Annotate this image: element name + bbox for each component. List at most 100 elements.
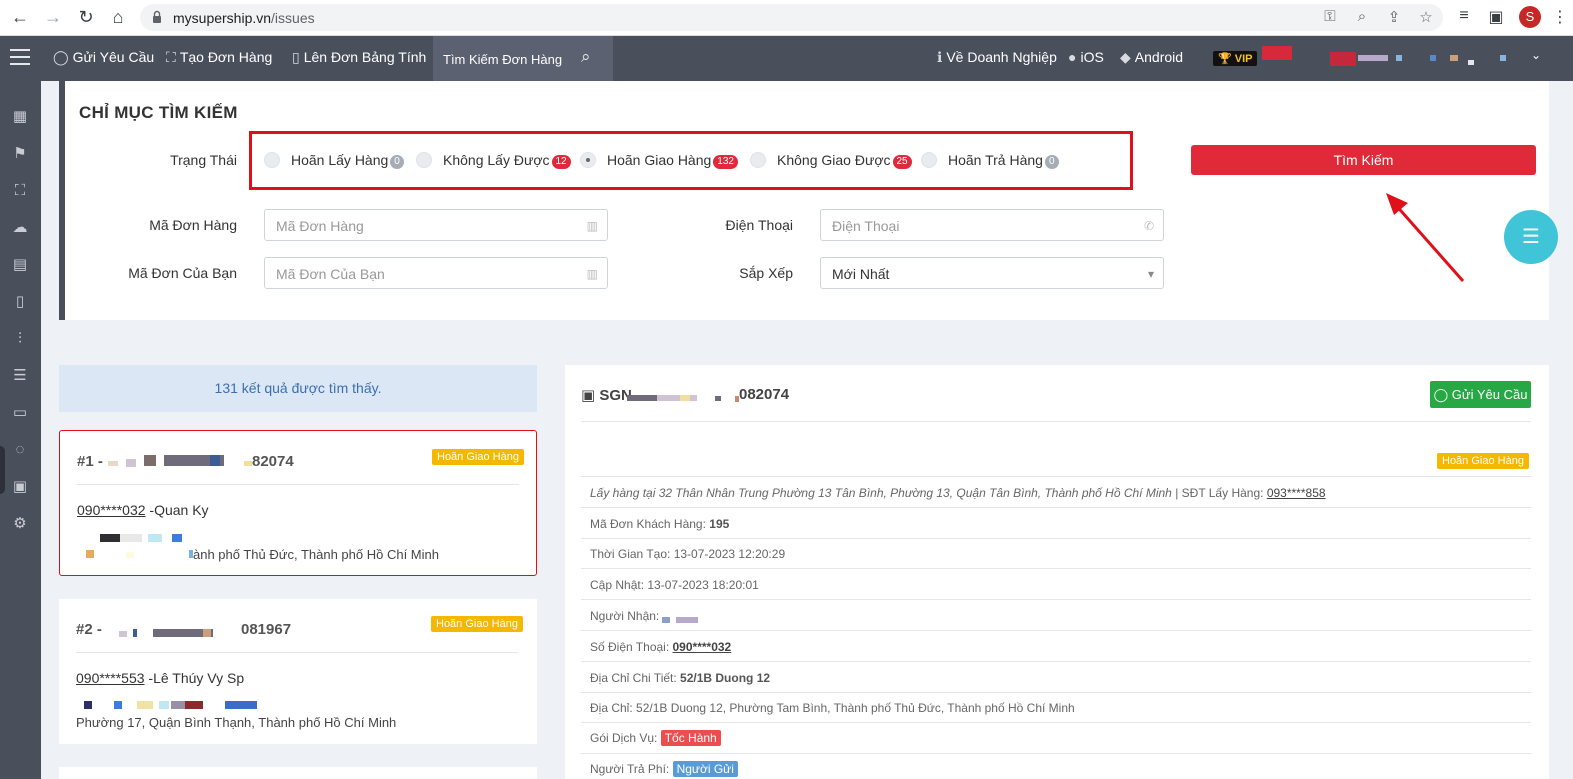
nav-about-business[interactable]: ℹ Về Doanh Nghiệp — [937, 49, 1057, 66]
radio-status-pickup-delayed[interactable] — [264, 152, 280, 168]
floating-menu-button[interactable]: ☰ — [1504, 210, 1558, 264]
divider — [581, 421, 1531, 422]
radio-status-return-delayed[interactable] — [921, 152, 937, 168]
receiver-phone[interactable]: 090****032 — [673, 640, 732, 654]
status-label: Trạng Thái — [170, 152, 237, 168]
result-card[interactable]: #2 - 081967 Hoãn Giao Hàng 090****553 -L… — [59, 599, 537, 744]
profile-avatar[interactable]: S — [1519, 6, 1541, 28]
send-request-button[interactable]: ◯ Gửi Yêu Cầu — [1430, 381, 1531, 408]
nav-android[interactable]: ◆ Android — [1120, 49, 1183, 66]
your-code-input[interactable]: Mã Đơn Của Bạn ▥ — [264, 257, 608, 289]
document-icon[interactable]: ▯ — [10, 292, 30, 312]
your-code-label: Mã Đơn Của Bạn — [128, 265, 237, 281]
search-icon[interactable]: ⌕ — [581, 47, 591, 67]
your-code-placeholder: Mã Đơn Của Bạn — [276, 266, 385, 282]
forward-icon[interactable]: → — [42, 6, 64, 28]
scan-icon[interactable]: ⛶ — [10, 181, 30, 201]
phone-input[interactable]: Điện Thoại ✆ — [820, 209, 1164, 241]
radio-status-pickup-failed[interactable] — [416, 152, 432, 168]
sidebar-collapse-handle[interactable] — [0, 446, 5, 494]
divider — [581, 692, 1531, 693]
radio-status-delivery-delayed[interactable] — [580, 152, 596, 168]
status-option-return-delayed[interactable]: Hoãn Trả Hàng 0 — [948, 152, 1059, 169]
order-code-input[interactable]: Mã Đơn Hàng ▥ — [264, 209, 608, 241]
redacted-address — [225, 701, 257, 709]
result-card[interactable]: #1 - 82074 Hoãn Giao Hàng 090****032 -Qu… — [59, 430, 537, 576]
chat-icon[interactable]: ◌ — [10, 440, 30, 460]
redacted-address — [84, 701, 92, 709]
phone-placeholder: Điện Thoại — [832, 218, 900, 234]
redacted-code — [657, 395, 697, 401]
result-name: -Lê Thúy Vy Sp — [144, 670, 245, 686]
divider — [581, 507, 1531, 508]
status-option-delivery-delayed[interactable]: Hoãn Giao Hàng 132 — [607, 152, 738, 169]
redacted-address — [137, 701, 153, 709]
barcode-icon: ▥ — [586, 219, 598, 233]
result-name: -Quan Ky — [145, 502, 209, 518]
pickup-phone[interactable]: 093****858 — [1267, 486, 1326, 500]
briefcase-icon[interactable]: ▣ — [10, 477, 30, 497]
flag-icon[interactable]: ⚑ — [10, 144, 30, 164]
book-icon[interactable]: ▤ — [10, 255, 30, 275]
annotation-arrow — [1386, 193, 1465, 282]
book-icon: ▯ — [292, 49, 300, 65]
count-badge: 0 — [390, 155, 404, 169]
chat-icon: ◯ — [53, 49, 69, 65]
search-button[interactable]: Tìm Kiếm — [1191, 145, 1536, 175]
briefcase-icon: ▣ — [581, 387, 600, 404]
status-badge: Hoãn Giao Hàng — [431, 616, 523, 632]
address-detail-row: Địa Chỉ Chi Tiết: 52/1B Duong 12 — [590, 671, 771, 685]
info-icon: ℹ — [937, 49, 943, 65]
caret-down-icon: ▾ — [1147, 267, 1154, 281]
key-icon[interactable]: ⚿ — [1320, 8, 1340, 25]
share-icon[interactable]: ⇪ — [1384, 8, 1404, 26]
bookmark-star-icon[interactable]: ☆ — [1416, 8, 1436, 26]
cloud-upload-icon[interactable]: ☁ — [10, 218, 30, 238]
back-icon[interactable]: ← — [9, 6, 31, 28]
address-bar[interactable]: mysupership.vn/issues ⚿ ⌕ ⇪ ☆ — [140, 4, 1443, 31]
nav-create-order[interactable]: ⛶ Tạo Đơn Hàng — [166, 49, 272, 66]
home-icon[interactable]: ⌂ — [107, 6, 129, 28]
gear-icon[interactable]: ⚙ — [10, 514, 30, 534]
redacted-code — [203, 629, 211, 637]
nav-send-request[interactable]: ◯ Gửi Yêu Cầu — [53, 49, 154, 66]
divider — [581, 538, 1531, 539]
result-card[interactable] — [59, 767, 537, 779]
nav-ios[interactable]: ● iOS — [1068, 49, 1104, 65]
pickup-info: Lấy hàng tại 32 Thân Nhân Trung Phường 1… — [590, 486, 1326, 500]
result-contact: 090****553 -Lê Thúy Vy Sp — [76, 670, 244, 686]
order-detail-panel — [565, 365, 1549, 779]
folder-icon[interactable]: ▭ — [10, 403, 30, 423]
status-option-pickup-failed[interactable]: Không Lấy Được 12 — [443, 152, 571, 169]
hamburger-icon[interactable] — [10, 49, 30, 67]
address-row: Địa Chỉ: 52/1B Duong 12, Phường Tam Bình… — [590, 701, 1075, 715]
reload-icon[interactable]: ↻ — [75, 6, 97, 28]
side-panel-icon[interactable]: ▣ — [1486, 7, 1506, 27]
created-row: Thời Gian Tạo: 13-07-2023 12:20:29 — [590, 547, 786, 561]
result-phone[interactable]: 090****032 — [77, 502, 146, 518]
redacted-address — [159, 701, 169, 709]
sort-select[interactable]: Mới Nhất ▾ — [820, 257, 1164, 289]
radio-status-delivery-failed[interactable] — [750, 152, 766, 168]
reading-list-icon[interactable]: ≡ — [1454, 7, 1474, 25]
redacted-code — [126, 459, 136, 467]
tab-search-orders[interactable]: Tìm Kiếm Đơn Hàng ⌕ — [433, 36, 613, 81]
list-icon[interactable]: ☰ — [10, 366, 30, 386]
redacted-code — [244, 461, 252, 466]
nav-spreadsheet-order[interactable]: ▯ Lên Đơn Bảng Tính — [292, 49, 426, 66]
redacted-user-block — [1450, 55, 1458, 61]
grid-icon[interactable]: ▦ — [10, 107, 30, 127]
count-badge: 12 — [551, 155, 571, 169]
status-option-pickup-delayed[interactable]: Hoãn Lấy Hàng 0 — [291, 152, 404, 169]
sliders-icon[interactable]: ⫶ — [10, 329, 30, 349]
result-phone[interactable]: 090****553 — [76, 670, 145, 686]
barcode-icon: ▥ — [586, 267, 598, 281]
result-contact: 090****032 -Quan Ky — [77, 502, 209, 518]
kebab-menu-icon[interactable]: ⋮ — [1550, 7, 1570, 27]
apple-icon: ● — [1068, 49, 1077, 65]
status-option-delivery-failed[interactable]: Không Giao Được 25 — [777, 152, 912, 169]
redacted-address — [126, 552, 134, 558]
chevron-down-icon[interactable]: ⌄ — [1531, 48, 1541, 62]
zoom-icon[interactable]: ⌕ — [1352, 8, 1372, 25]
result-number: #2 - — [76, 621, 102, 638]
